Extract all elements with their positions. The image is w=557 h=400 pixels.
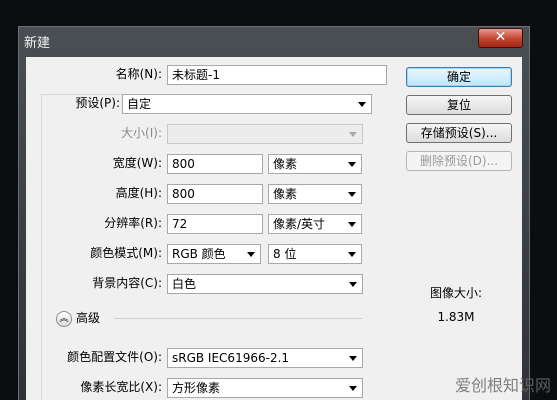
chevron-down-icon: [348, 222, 356, 227]
background-contents-label: 背景内容(C):: [92, 276, 162, 290]
bit-depth-select[interactable]: 8 位: [268, 244, 362, 264]
size-label: 大小(I):: [121, 126, 162, 140]
ok-button[interactable]: 确定: [406, 67, 512, 87]
dialog-content: 名称(N): 未标题-1 预设(P): 自定 大小(I): 宽度(W): 800…: [26, 57, 522, 400]
resolution-unit-select[interactable]: 像素/英寸: [268, 214, 362, 234]
chevron-down-icon: [358, 102, 366, 107]
image-size-value: 1.83M: [437, 310, 475, 324]
save-preset-button[interactable]: 存储预设(S)...: [406, 123, 512, 143]
width-input[interactable]: 800: [167, 154, 263, 174]
height-input[interactable]: 800: [167, 184, 263, 204]
dialog-title: 新建: [24, 36, 51, 51]
reset-button[interactable]: 复位: [406, 95, 512, 115]
height-label: 高度(H):: [115, 186, 162, 200]
title-bar[interactable]: 新建 ✕: [19, 27, 529, 53]
height-unit-value: 像素: [273, 187, 298, 201]
color-profile-select[interactable]: sRGB IEC61966-2.1: [167, 348, 363, 368]
background-contents-value: 白色: [172, 277, 197, 291]
resolution-input[interactable]: 72: [167, 214, 263, 234]
advanced-label: 高级: [76, 311, 101, 325]
preset-label: 预设(P):: [75, 96, 120, 110]
advanced-divider: [114, 318, 362, 319]
size-select: [167, 124, 363, 144]
advanced-toggle-button[interactable]: ︽: [56, 311, 72, 327]
background-left: [0, 0, 18, 399]
resolution-unit-value: 像素/英寸: [273, 217, 326, 231]
group-border-left: [41, 94, 42, 400]
background-right: [528, 0, 557, 399]
width-unit-value: 像素: [273, 157, 298, 171]
color-mode-label: 颜色模式(M):: [90, 246, 162, 260]
chevron-down-icon: [247, 252, 255, 257]
watermark-text: 爱创根知识网: [454, 376, 551, 395]
height-unit-select[interactable]: 像素: [268, 184, 362, 204]
resolution-label: 分辨率(R):: [104, 216, 162, 230]
chevron-down-icon: [348, 192, 356, 197]
chevron-down-icon: [349, 356, 357, 361]
chevron-down-icon: [349, 132, 357, 137]
image-size-label: 图像大小:: [429, 286, 483, 300]
chevron-down-icon: [349, 386, 357, 391]
pixel-aspect-label: 像素长宽比(X):: [80, 380, 162, 394]
color-profile-label: 颜色配置文件(O):: [67, 350, 162, 364]
color-profile-value: sRGB IEC61966-2.1: [172, 351, 290, 365]
width-label: 宽度(W):: [112, 156, 162, 170]
close-button[interactable]: ✕: [478, 28, 523, 48]
name-label: 名称(N):: [115, 67, 162, 81]
delete-preset-button: 删除预设(D)...: [406, 151, 512, 171]
background-contents-select[interactable]: 白色: [167, 274, 363, 294]
name-input[interactable]: 未标题-1: [167, 65, 387, 85]
width-unit-select[interactable]: 像素: [268, 154, 362, 174]
chevron-up-icon: ︽: [59, 314, 69, 324]
preset-value: 自定: [127, 97, 152, 111]
chevron-down-icon: [348, 252, 356, 257]
new-document-dialog: 新建 ✕ 名称(N): 未标题-1 预设(P): 自定 大小(I): 宽度(W)…: [18, 26, 530, 400]
color-mode-select[interactable]: RGB 颜色: [167, 244, 261, 264]
chevron-down-icon: [348, 162, 356, 167]
pixel-aspect-select[interactable]: 方形像素: [167, 378, 363, 398]
color-mode-value: RGB 颜色: [172, 247, 226, 261]
preset-select[interactable]: 自定: [122, 94, 372, 114]
bit-depth-value: 8 位: [273, 247, 297, 261]
pixel-aspect-value: 方形像素: [172, 381, 221, 395]
close-icon: ✕: [494, 29, 507, 45]
chevron-down-icon: [349, 282, 357, 287]
